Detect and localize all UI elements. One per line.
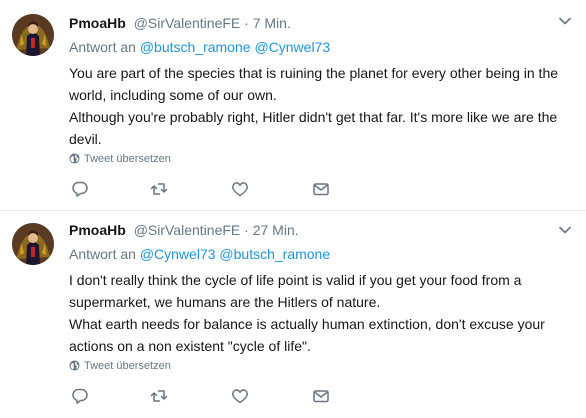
tweet-paragraph: I don't really think the cycle of life p… [69, 272, 522, 310]
separator-dot: · [244, 222, 249, 238]
retweet-icon[interactable] [150, 387, 170, 407]
mention-link[interactable]: @butsch_ramone [140, 39, 251, 55]
tweet-actions [69, 180, 369, 200]
chevron-down-icon[interactable] [558, 223, 572, 237]
tweet-header: PmoaHb @SirValentineFE · 27 Min. [69, 221, 299, 239]
mention-link[interactable]: @butsch_ramone [219, 246, 330, 262]
separator-dot: · [244, 15, 249, 31]
timestamp[interactable]: 7 Min. [253, 15, 291, 31]
reply-context: Antwort an @butsch_ramone @Cynwel73 [69, 38, 330, 56]
tweet-header: PmoaHb @SirValentineFE · 7 Min. [69, 14, 291, 32]
tweet-paragraph: What earth needs for balance is actually… [69, 316, 545, 354]
user-handle[interactable]: @SirValentineFE [134, 15, 241, 31]
mention-link[interactable]: @Cynwel73 [254, 39, 330, 55]
translate-link[interactable]: Tweet übersetzen [69, 152, 171, 166]
translate-label: Tweet übersetzen [84, 360, 171, 372]
message-icon[interactable] [312, 387, 332, 407]
reply-prefix: Antwort an [69, 246, 136, 262]
user-name[interactable]: PmoaHb [69, 15, 126, 31]
avatar[interactable] [12, 223, 54, 265]
reply-icon[interactable] [71, 180, 91, 200]
chevron-down-icon[interactable] [558, 14, 572, 28]
translate-label: Tweet übersetzen [84, 153, 171, 165]
user-name[interactable]: PmoaHb [69, 222, 126, 238]
translate-link[interactable]: Tweet übersetzen [69, 359, 171, 373]
retweet-icon[interactable] [150, 180, 170, 200]
tweet[interactable]: PmoaHb @SirValentineFE · 7 Min. Antwort … [0, 0, 586, 210]
reply-context: Antwort an @Cynwel73 @butsch_ramone [69, 245, 330, 263]
tweet-text: You are part of the species that is ruin… [69, 62, 574, 150]
tweet-text: I don't really think the cycle of life p… [69, 269, 574, 357]
tweet[interactable]: PmoaHb @SirValentineFE · 27 Min. Antwort… [0, 211, 586, 418]
user-handle[interactable]: @SirValentineFE [134, 222, 241, 238]
tweet-actions [69, 387, 369, 407]
mention-link[interactable]: @Cynwel73 [140, 246, 216, 262]
like-icon[interactable] [231, 387, 251, 407]
message-icon[interactable] [312, 180, 332, 200]
avatar[interactable] [12, 14, 54, 56]
reply-prefix: Antwort an [69, 39, 136, 55]
tweet-paragraph: You are part of the species that is ruin… [69, 65, 559, 103]
reply-icon[interactable] [71, 387, 91, 407]
globe-icon [69, 360, 80, 371]
like-icon[interactable] [231, 180, 251, 200]
timestamp[interactable]: 27 Min. [253, 222, 299, 238]
globe-icon [69, 153, 80, 164]
tweet-paragraph: Although you're probably right, Hitler d… [69, 109, 558, 147]
